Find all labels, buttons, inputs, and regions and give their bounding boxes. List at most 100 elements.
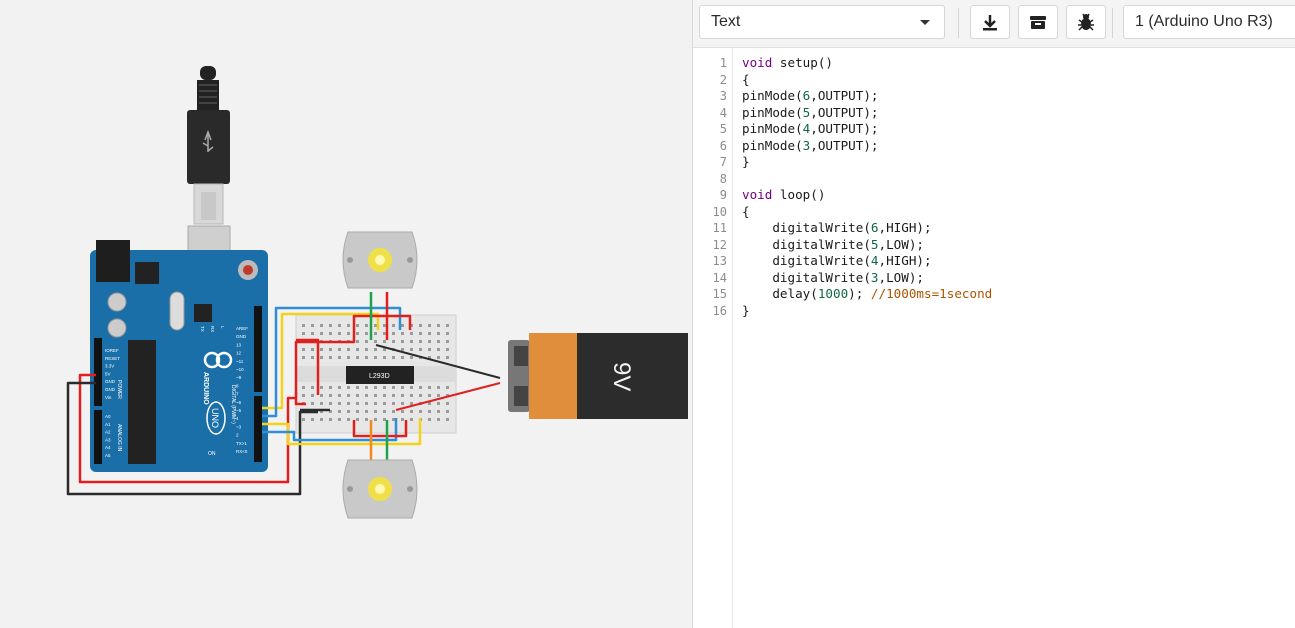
power-header-title: POWER <box>116 380 122 399</box>
pin-label: ~5 <box>236 408 242 413</box>
code-token: 1000 <box>817 286 849 301</box>
code-line[interactable]: } <box>742 154 750 171</box>
code-panel: Text 1 (Arduino Uno R3) 1 2 3 4 5 6 7 8 … <box>692 0 1295 628</box>
toolbar-divider <box>958 8 959 38</box>
pin-label: ~11 <box>236 359 244 364</box>
code-line[interactable]: } <box>742 303 750 320</box>
code-line[interactable]: pinMode(3,OUTPUT); <box>742 138 879 155</box>
code-token: 4 <box>870 253 879 268</box>
code-token: 5 <box>870 236 879 252</box>
code-line[interactable]: pinMode(6,OUTPUT); <box>742 88 879 105</box>
pin-label: A4 <box>105 445 111 450</box>
code-token: 3 <box>870 269 879 285</box>
pin-label: A0 <box>105 414 111 419</box>
code-token: ,OUTPUT); <box>810 121 879 136</box>
bug-icon <box>1078 13 1094 31</box>
code-token: loop() <box>772 187 826 202</box>
code-line[interactable]: digitalWrite(3,LOW); <box>742 270 924 287</box>
code-token: ,OUTPUT); <box>810 137 879 153</box>
line-number: 8 <box>719 171 727 186</box>
code-token: void <box>742 187 773 202</box>
code-token: pinMode( <box>742 121 803 136</box>
line-number: 9 <box>719 188 727 202</box>
line-number: 12 <box>712 237 727 252</box>
download-icon <box>983 15 997 31</box>
pin-label: Vin <box>105 395 112 400</box>
code-token: ,HIGH); <box>878 253 932 268</box>
code-token: ,OUTPUT); <box>810 104 879 120</box>
l293d-chip[interactable]: L293D <box>346 366 414 384</box>
battery-9v[interactable]: 9V <box>508 333 688 419</box>
line-number: 3 <box>719 89 727 103</box>
libraries-button[interactable] <box>1018 5 1058 39</box>
code-token: //1000ms=1second <box>870 286 993 301</box>
pin-label: RESET <box>105 356 120 361</box>
pin-label: RX<0 <box>236 449 248 454</box>
chip-label: L293D <box>369 373 390 380</box>
pin-label: A1 <box>105 422 111 427</box>
code-token: digitalWrite( <box>742 220 871 235</box>
debugger-button[interactable] <box>1066 5 1106 39</box>
code-token: ,LOW); <box>878 269 925 285</box>
code-token: void <box>742 55 773 70</box>
pin-label: ~6 <box>236 400 242 405</box>
device-label: 1 (Arduino Uno R3) <box>1135 13 1273 30</box>
board-brand: ARDUINO <box>202 372 209 405</box>
dc-motor-top[interactable] <box>342 231 418 289</box>
pin-label: GND <box>236 334 247 339</box>
code-line[interactable]: digitalWrite(4,HIGH); <box>742 253 932 270</box>
code-line[interactable]: pinMode(4,OUTPUT); <box>742 121 879 138</box>
circuit-canvas[interactable]: ARDUINO UNO POWER ANALOG IN DIGITAL (PWM… <box>0 0 692 628</box>
line-number: 5 <box>719 122 727 136</box>
board-model: UNO <box>210 408 220 428</box>
code-token: { <box>742 203 750 219</box>
pin-label: A2 <box>105 430 111 435</box>
code-line[interactable]: void setup() <box>742 55 833 72</box>
code-token: digitalWrite( <box>742 236 871 252</box>
code-token: pinMode( <box>742 104 803 120</box>
code-token: digitalWrite( <box>742 269 871 285</box>
pin-label: A5 <box>105 453 111 458</box>
code-line[interactable]: { <box>742 204 750 221</box>
code-token: } <box>742 302 750 318</box>
code-token: setup() <box>772 55 834 70</box>
dc-motor-bottom[interactable] <box>342 459 418 519</box>
code-line[interactable]: pinMode(5,OUTPUT); <box>742 105 879 122</box>
pin-label: 3.3V <box>105 364 114 369</box>
device-select[interactable]: 1 (Arduino Uno R3) <box>1123 5 1295 39</box>
library-icon <box>1030 16 1046 29</box>
line-number: 10 <box>712 204 727 219</box>
pin-label: 13 <box>236 342 242 347</box>
code-line[interactable]: digitalWrite(6,HIGH); <box>742 220 931 237</box>
code-line[interactable]: delay(1000); //1000ms=1second <box>742 286 992 303</box>
code-editor[interactable]: 1 2 3 4 5 6 7 8 9 10 11 12 13 14 15 16 void setup(){pin… <box>693 48 1295 628</box>
pin-label: GND <box>105 379 116 384</box>
code-line[interactable]: { <box>742 72 750 89</box>
line-number: 1 <box>719 56 727 70</box>
download-code-button[interactable] <box>970 5 1010 39</box>
toolbar-divider <box>1112 8 1113 38</box>
arduino-uno-board[interactable]: ARDUINO UNO POWER ANALOG IN DIGITAL (PWM… <box>90 225 268 472</box>
pin-label: TX>1 <box>236 441 247 446</box>
line-number: 15 <box>712 287 727 301</box>
code-token: } <box>742 154 750 169</box>
code-token: pinMode( <box>742 137 803 153</box>
pin-label: 5V <box>105 371 111 376</box>
battery-label: 9V <box>608 362 635 391</box>
chevron-down-icon <box>920 20 930 25</box>
usb-cable[interactable] <box>187 66 230 225</box>
line-number-gutter: 1 2 3 4 5 6 7 8 9 10 11 12 13 14 15 16 <box>693 48 733 628</box>
code-token: ,LOW); <box>878 236 925 252</box>
code-token: ,OUTPUT); <box>810 88 879 103</box>
code-token: digitalWrite( <box>742 253 871 268</box>
pin-label: AREF <box>236 326 248 331</box>
code-token: { <box>742 71 750 87</box>
editor-mode-select[interactable]: Text <box>699 5 945 39</box>
code-line[interactable]: digitalWrite(5,LOW); <box>742 237 924 254</box>
code-line[interactable]: void loop() <box>742 187 825 204</box>
circuit-diagram[interactable]: ARDUINO UNO POWER ANALOG IN DIGITAL (PWM… <box>0 0 692 628</box>
line-number: 6 <box>719 138 727 153</box>
line-number: 7 <box>719 155 727 169</box>
line-number: 16 <box>712 303 727 318</box>
led-label: TX <box>200 326 205 332</box>
